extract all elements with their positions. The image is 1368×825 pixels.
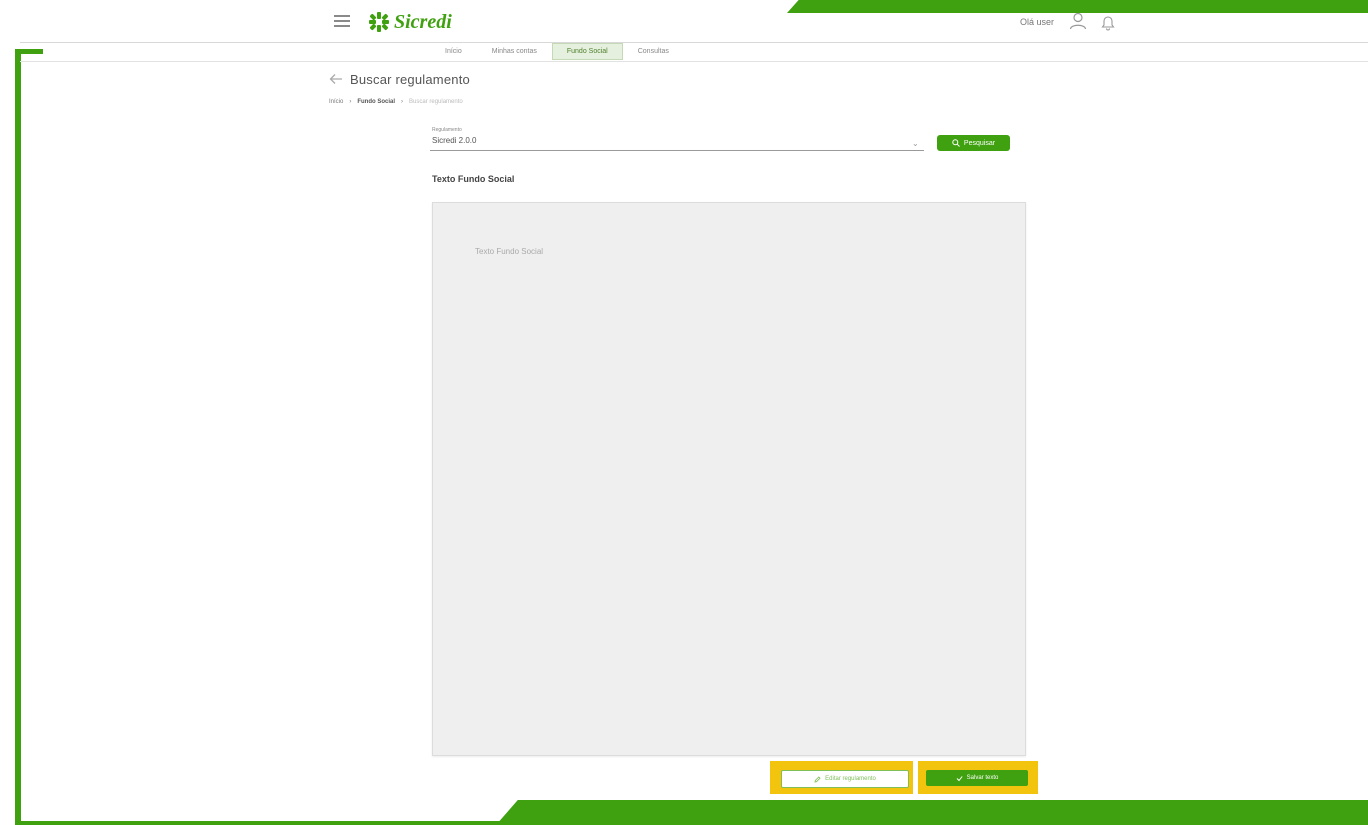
sicredi-logo-mark-icon [369,12,389,32]
text-area-content: Texto Fundo Social [475,247,544,256]
tab-consultas[interactable]: Consultas [623,43,684,60]
nav-divider [20,61,1368,62]
tab-inicio[interactable]: Início [430,43,477,60]
breadcrumb-item-inicio[interactable]: Início [329,99,343,105]
user-greeting: Olá user [1020,17,1055,27]
sicredi-logo[interactable]: Sicredi [368,10,452,34]
breadcrumb: Início › Fundo Social › Buscar regulamen… [329,99,463,105]
breadcrumb-separator-icon: › [349,99,352,105]
logo-text: Sicredi [394,10,452,33]
search-icon [952,139,960,147]
select-underline [430,150,924,151]
select-label: Regulamento [432,127,462,133]
bottom-accent-bar [496,800,1368,825]
save-text-button[interactable]: Salvar texto [926,770,1028,786]
select-value: Sicredi 2.0.0 [432,136,477,145]
search-button-label: Pesquisar [963,139,996,147]
app-header: Sicredi Olá user [0,0,1368,42]
check-icon [956,775,963,781]
header-divider [20,42,1368,43]
tab-fundo-social[interactable]: Fundo Social [551,43,623,60]
save-button-label: Salvar texto [966,775,999,781]
back-arrow-icon[interactable] [329,73,343,85]
section-title: Texto Fundo Social [432,174,515,184]
breadcrumb-item-fundo-social[interactable]: Fundo Social [357,99,395,105]
tab-minhas-contas[interactable]: Minhas contas [477,43,552,60]
page-title: Buscar regulamento [350,72,470,87]
hamburger-icon[interactable] [334,15,350,27]
left-accent-bar [15,49,21,825]
edit-button-label: Editar regulamento [825,776,876,782]
user-icon[interactable] [1068,11,1088,31]
breadcrumb-separator-icon: › [401,99,404,105]
search-button[interactable]: Pesquisar [937,135,1010,151]
main-nav: Início Minhas contas Fundo Social Consul… [430,43,684,60]
chevron-down-icon[interactable]: ⌄ [912,139,919,148]
left-accent-cap [15,49,43,54]
breadcrumb-item-current: Buscar regulamento [409,99,463,105]
bottom-accent-line [15,821,505,825]
fundo-social-text-area[interactable]: Texto Fundo Social [432,202,1026,756]
edit-icon [814,775,821,783]
edit-regulamento-button[interactable]: Editar regulamento [781,770,909,788]
bell-icon[interactable] [1100,13,1116,31]
regulamento-select[interactable] [430,125,924,151]
